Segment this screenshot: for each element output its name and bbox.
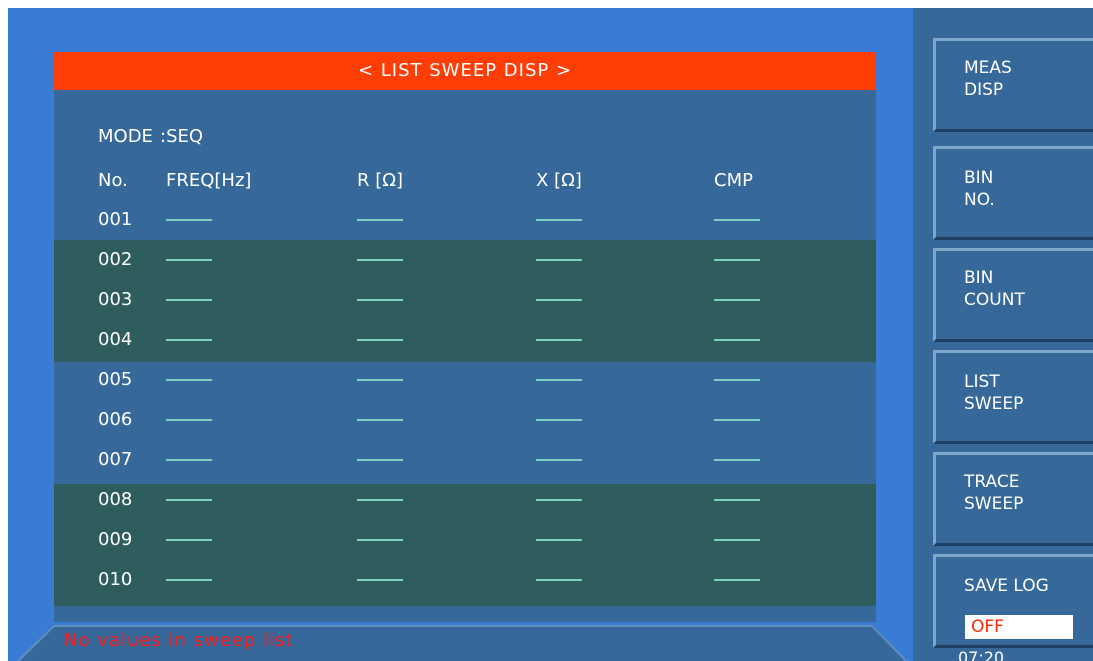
empty-value-r — [357, 539, 403, 541]
empty-value-cmp — [714, 579, 760, 581]
empty-value-cmp — [714, 259, 760, 261]
mode-value[interactable]: :SEQ — [160, 126, 203, 147]
empty-value-cmp — [714, 339, 760, 341]
save-log-value: OFF — [965, 615, 1073, 639]
empty-value-cmp — [714, 219, 760, 221]
row-number: 010 — [98, 569, 133, 590]
empty-value-freq — [166, 299, 212, 301]
table-row[interactable]: 006 — [54, 400, 876, 440]
empty-value-x — [536, 299, 582, 301]
col-header-r: R [Ω] — [357, 170, 404, 191]
empty-value-r — [357, 459, 403, 461]
empty-value-cmp — [714, 299, 760, 301]
empty-value-cmp — [714, 459, 760, 461]
softkey-label: LIST SWEEP — [964, 372, 1024, 414]
row-number: 002 — [98, 249, 133, 270]
empty-value-x — [536, 379, 582, 381]
empty-value-cmp — [714, 539, 760, 541]
row-number: 004 — [98, 329, 133, 350]
softkey-label: BIN COUNT — [964, 268, 1025, 310]
table-row[interactable]: 007 — [54, 440, 876, 480]
empty-value-r — [357, 259, 403, 261]
empty-value-x — [536, 459, 582, 461]
softkey-bin-count[interactable]: BIN COUNT — [933, 248, 1093, 342]
softkey-label: MEAS DISP — [964, 58, 1012, 100]
softkey-label: BIN NO. — [964, 168, 995, 210]
table-row[interactable]: 009 — [54, 520, 876, 560]
empty-value-freq — [166, 379, 212, 381]
empty-value-x — [536, 259, 582, 261]
table-row[interactable]: 008 — [54, 480, 876, 520]
softkey-meas-disp[interactable]: MEAS DISP — [933, 38, 1093, 132]
list-sweep-panel: < LIST SWEEP DISP > MODE :SEQ No. FREQ[H… — [54, 52, 876, 622]
instrument-screen: < LIST SWEEP DISP > MODE :SEQ No. FREQ[H… — [8, 8, 1093, 661]
empty-value-x — [536, 339, 582, 341]
softkey-column: MEAS DISP BIN NO. BIN COUNT LIST SWEEP T… — [913, 8, 1093, 661]
empty-value-x — [536, 499, 582, 501]
table-row[interactable]: 004 — [54, 320, 876, 360]
row-number: 006 — [98, 409, 133, 430]
empty-value-freq — [166, 219, 212, 221]
empty-value-cmp — [714, 499, 760, 501]
status-message: No values in sweep list — [64, 630, 294, 651]
empty-value-freq — [166, 419, 212, 421]
empty-value-r — [357, 219, 403, 221]
empty-value-freq — [166, 339, 212, 341]
softkey-bin-no[interactable]: BIN NO. — [933, 146, 1093, 240]
empty-value-r — [357, 299, 403, 301]
empty-value-r — [357, 339, 403, 341]
clock-readout: 07:20 — [958, 648, 1005, 661]
empty-value-r — [357, 499, 403, 501]
row-number: 003 — [98, 289, 133, 310]
empty-value-x — [536, 219, 582, 221]
empty-value-cmp — [714, 419, 760, 421]
table-row[interactable]: 005 — [54, 360, 876, 400]
col-header-no: No. — [98, 170, 128, 191]
table-row[interactable]: 001 — [54, 200, 876, 240]
softkey-label: SAVE LOG — [964, 576, 1049, 596]
page-title: < LIST SWEEP DISP > — [54, 52, 876, 90]
empty-value-cmp — [714, 379, 760, 381]
softkey-trace-sweep[interactable]: TRACE SWEEP — [933, 452, 1093, 546]
empty-value-x — [536, 579, 582, 581]
softkey-label: TRACE SWEEP — [964, 472, 1024, 514]
empty-value-freq — [166, 459, 212, 461]
row-number: 009 — [98, 529, 133, 550]
row-number: 005 — [98, 369, 133, 390]
row-number: 001 — [98, 209, 133, 230]
empty-value-r — [357, 379, 403, 381]
table-row[interactable]: 003 — [54, 280, 876, 320]
mode-label: MODE — [98, 126, 153, 147]
col-header-freq: FREQ[Hz] — [166, 170, 252, 191]
table-row[interactable]: 010 — [54, 560, 876, 600]
empty-value-r — [357, 579, 403, 581]
empty-value-freq — [166, 539, 212, 541]
empty-value-x — [536, 419, 582, 421]
row-number: 007 — [98, 449, 133, 470]
empty-value-freq — [166, 499, 212, 501]
table-row[interactable]: 002 — [54, 240, 876, 280]
softkey-save-log[interactable]: SAVE LOG OFF — [933, 554, 1093, 648]
row-number: 008 — [98, 489, 133, 510]
empty-value-freq — [166, 579, 212, 581]
empty-value-x — [536, 539, 582, 541]
empty-value-r — [357, 419, 403, 421]
softkey-list-sweep[interactable]: LIST SWEEP — [933, 350, 1093, 444]
col-header-x: X [Ω] — [536, 170, 582, 191]
empty-value-freq — [166, 259, 212, 261]
col-header-cmp: CMP — [714, 170, 753, 191]
